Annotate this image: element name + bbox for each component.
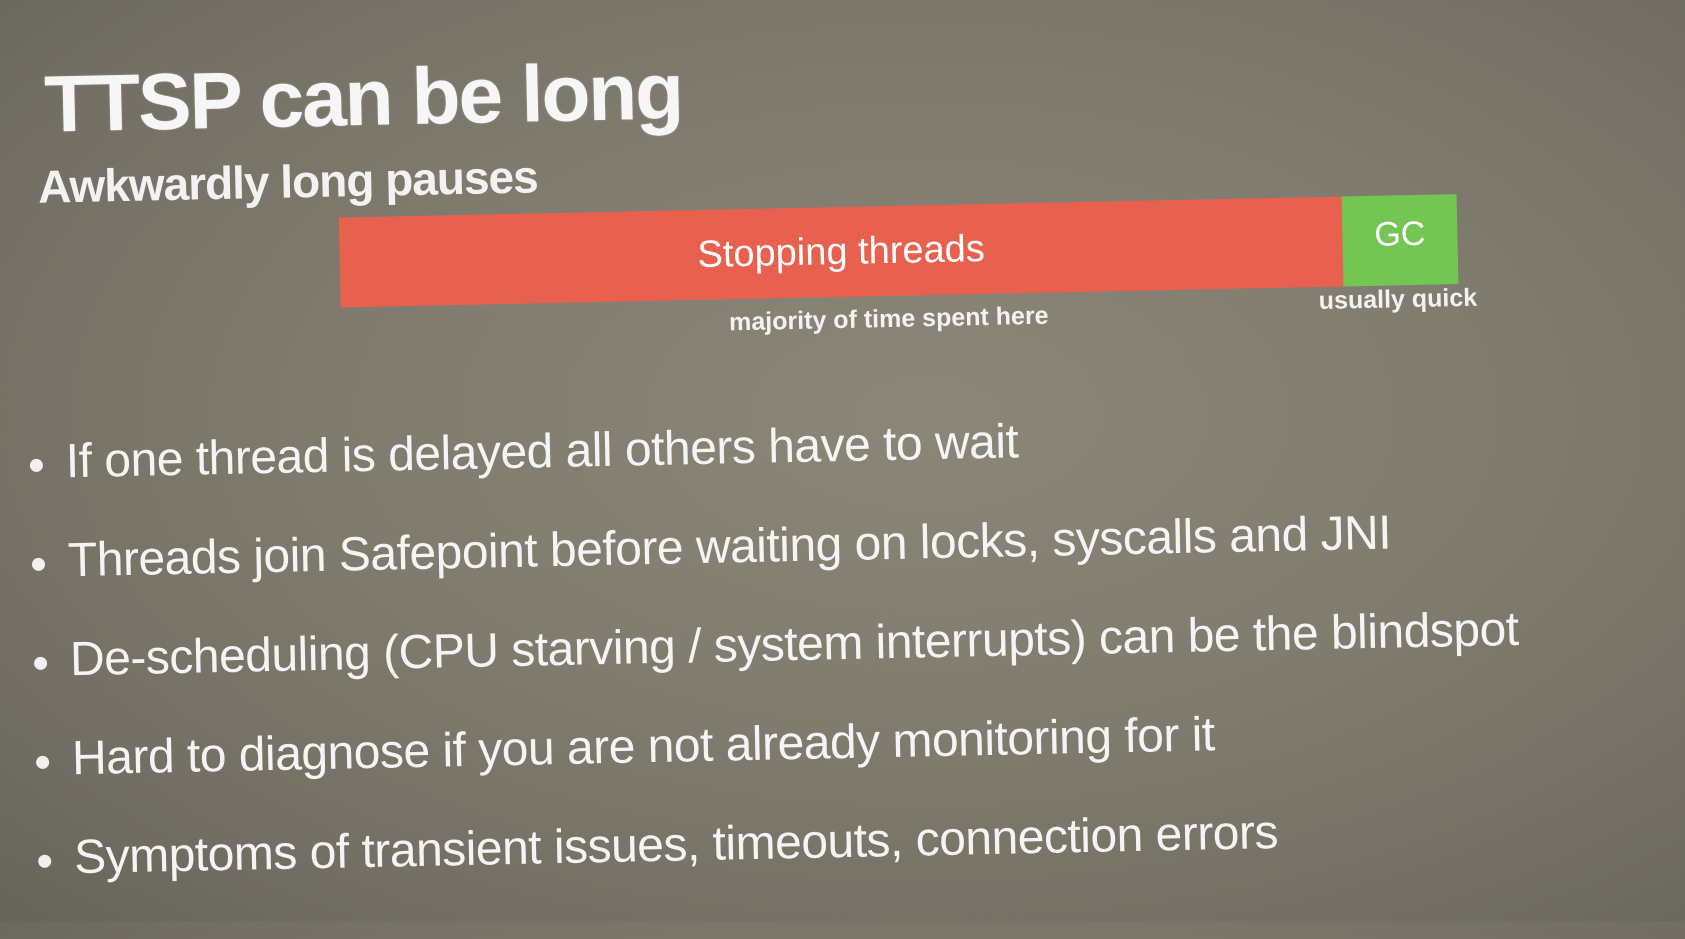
gc-caption: usually quick <box>1318 283 1478 315</box>
bullet-dot-icon <box>38 854 52 868</box>
slide-subtitle: Awkwardly long pauses <box>37 150 539 213</box>
stopping-threads-segment: Stopping threads <box>338 196 1344 308</box>
stopping-threads-caption: majority of time spent here <box>728 301 1049 337</box>
timeline-bar: Stopping threads GC <box>338 194 1459 308</box>
bullet-text: If one thread is delayed all others have… <box>65 415 1019 489</box>
slide: TTSP can be long Awkwardly long pauses S… <box>0 0 1685 939</box>
stopping-threads-label: Stopping threads <box>697 227 986 276</box>
gc-segment: GC <box>1341 194 1459 287</box>
bullet-dot-icon <box>33 656 48 670</box>
bullet-dot-icon <box>29 458 44 473</box>
bullet-dot-icon <box>36 755 50 769</box>
slide-title: TTSP can be long <box>43 46 683 149</box>
bullet-list: If one thread is delayed all others have… <box>19 404 1524 930</box>
gc-label: GC <box>1373 214 1426 254</box>
bullet-dot-icon <box>31 557 46 571</box>
